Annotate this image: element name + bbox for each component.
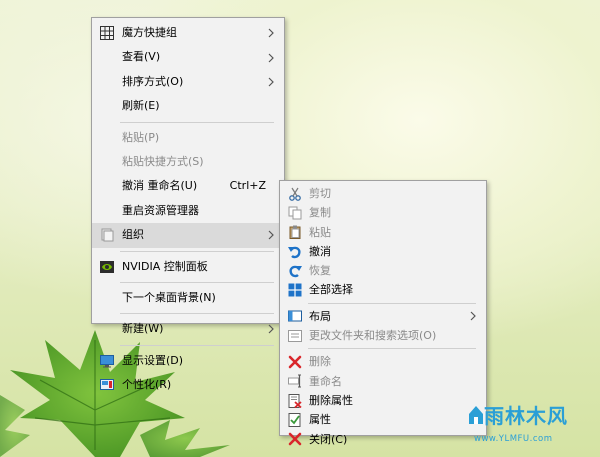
menu-item-label: 查看(V) <box>122 50 161 64</box>
menu-item-label: 删除属性 <box>309 393 353 407</box>
menu-item-label: 更改文件夹和搜索选项(O) <box>309 329 437 343</box>
menu-item-personalize[interactable]: 个性化(R) <box>92 373 284 397</box>
menu-item-mofang-shortcut[interactable]: 魔方快捷组 <box>92 21 284 45</box>
menu-item-label: NVIDIA 控制面板 <box>122 259 208 273</box>
menu-item-label: 组织 <box>122 228 144 242</box>
menu-separator <box>120 281 274 283</box>
chevron-right-icon <box>268 230 274 240</box>
close-icon <box>288 432 302 446</box>
menu-separator <box>120 344 274 346</box>
menu-item-label: 撤消 重命名(U) <box>122 179 198 193</box>
scissors-icon <box>289 187 301 201</box>
menu-item-label: 删除 <box>309 355 331 369</box>
grid-icon <box>100 26 114 41</box>
menu-item-nvidia-control-panel[interactable]: NVIDIA 控制面板 <box>92 255 284 279</box>
submenu-item-redo[interactable]: 恢复 <box>280 261 486 280</box>
watermark-title: 雨林木风 <box>484 404 568 428</box>
submenu-item-close[interactable]: 关闭(C) <box>280 430 486 449</box>
layout-icon <box>288 310 302 322</box>
submenu-item-properties[interactable]: 属性 <box>280 410 486 429</box>
menu-separator <box>120 313 274 315</box>
redo-icon <box>289 265 302 278</box>
menu-item-view[interactable]: 查看(V) <box>92 45 284 69</box>
organize-icon <box>101 228 114 242</box>
menu-item-paste[interactable]: 粘贴(P) <box>92 126 284 150</box>
menu-item-next-background[interactable]: 下一个桌面背景(N) <box>92 286 284 310</box>
menu-item-sort-by[interactable]: 排序方式(O) <box>92 70 284 94</box>
submenu-item-undo[interactable]: 撤消 <box>280 242 486 261</box>
menu-item-undo-rename[interactable]: 撤消 重命名(U) Ctrl+Z <box>92 174 284 198</box>
submenu-item-remove-properties[interactable]: 删除属性 <box>280 391 486 410</box>
menu-item-organize[interactable]: 组织 <box>92 223 284 248</box>
menu-item-label: 下一个桌面背景(N) <box>122 290 216 304</box>
delete-icon <box>288 355 302 369</box>
folder-options-icon <box>288 329 302 342</box>
submenu-item-rename[interactable]: 重命名 <box>280 372 486 391</box>
menu-separator <box>308 348 476 350</box>
submenu-item-delete[interactable]: 删除 <box>280 352 486 371</box>
menu-item-label: 个性化(R) <box>122 378 172 392</box>
menu-item-refresh[interactable]: 刷新(E) <box>92 94 284 118</box>
menu-item-label: 显示设置(D) <box>122 353 184 367</box>
copy-icon <box>288 206 302 220</box>
watermark-url: www.YLMFU.com <box>474 434 553 444</box>
submenu-item-cut[interactable]: 剪切 <box>280 184 486 203</box>
menu-item-label: 粘贴(P) <box>122 130 160 144</box>
menu-separator <box>120 121 274 123</box>
properties-icon <box>288 412 301 427</box>
desktop-background[interactable]: 魔方快捷组 查看(V) 排序方式(O) 刷新(E) 粘贴(P) 粘贴快捷方式(S… <box>0 0 600 457</box>
organize-submenu: 剪切 复制 粘贴 撤消 恢复 全部选择 布局 更改文件夹和搜索选项(O) 删除 … <box>279 180 487 446</box>
chevron-right-icon <box>268 325 274 334</box>
menu-item-display-settings[interactable]: 显示设置(D) <box>92 349 284 373</box>
submenu-item-paste[interactable]: 粘贴 <box>280 223 486 242</box>
menu-item-shortcut: Ctrl+Z <box>229 179 266 193</box>
chevron-right-icon <box>268 77 274 87</box>
menu-item-new[interactable]: 新建(W) <box>92 317 284 341</box>
select-all-icon <box>288 283 302 297</box>
menu-item-label: 重启资源管理器 <box>122 203 199 217</box>
watermark-logo: 雨林木风 www.YLMFU.com <box>468 396 596 452</box>
personalize-icon <box>100 379 114 391</box>
submenu-item-copy[interactable]: 复制 <box>280 203 486 222</box>
menu-item-label: 全部选择 <box>309 283 353 297</box>
menu-item-label: 新建(W) <box>122 322 164 336</box>
menu-item-label: 属性 <box>309 413 331 427</box>
submenu-item-folder-options[interactable]: 更改文件夹和搜索选项(O) <box>280 326 486 345</box>
menu-item-label: 剪切 <box>309 187 331 200</box>
menu-item-label: 刷新(E) <box>122 99 160 113</box>
menu-item-label: 粘贴快捷方式(S) <box>122 154 204 168</box>
menu-item-label: 布局 <box>309 309 331 323</box>
menu-item-label: 撤消 <box>309 244 331 258</box>
submenu-item-select-all[interactable]: 全部选择 <box>280 280 486 299</box>
menu-item-label: 恢复 <box>309 264 331 278</box>
menu-item-label: 复制 <box>309 206 331 220</box>
menu-separator <box>120 250 274 252</box>
menu-item-label: 关闭(C) <box>309 432 348 446</box>
nvidia-icon <box>100 260 114 273</box>
house-logo-icon <box>469 406 483 424</box>
menu-separator <box>308 302 476 304</box>
chevron-right-icon <box>470 311 476 321</box>
rename-icon <box>288 374 301 388</box>
menu-item-label: 粘贴 <box>309 225 331 239</box>
remove-properties-icon <box>288 393 302 408</box>
menu-item-label: 重命名 <box>309 374 342 388</box>
menu-item-label: 排序方式(O) <box>122 74 184 88</box>
submenu-item-layout[interactable]: 布局 <box>280 307 486 326</box>
menu-item-label: 魔方快捷组 <box>122 26 177 39</box>
desktop-context-menu: 魔方快捷组 查看(V) 排序方式(O) 刷新(E) 粘贴(P) 粘贴快捷方式(S… <box>91 17 285 391</box>
menu-item-paste-shortcut[interactable]: 粘贴快捷方式(S) <box>92 150 284 174</box>
paste-icon <box>289 225 301 240</box>
chevron-right-icon <box>268 28 274 38</box>
monitor-icon <box>100 354 114 368</box>
chevron-right-icon <box>268 53 274 63</box>
menu-item-restart-explorer[interactable]: 重启资源管理器 <box>92 199 284 223</box>
undo-icon <box>288 246 301 258</box>
